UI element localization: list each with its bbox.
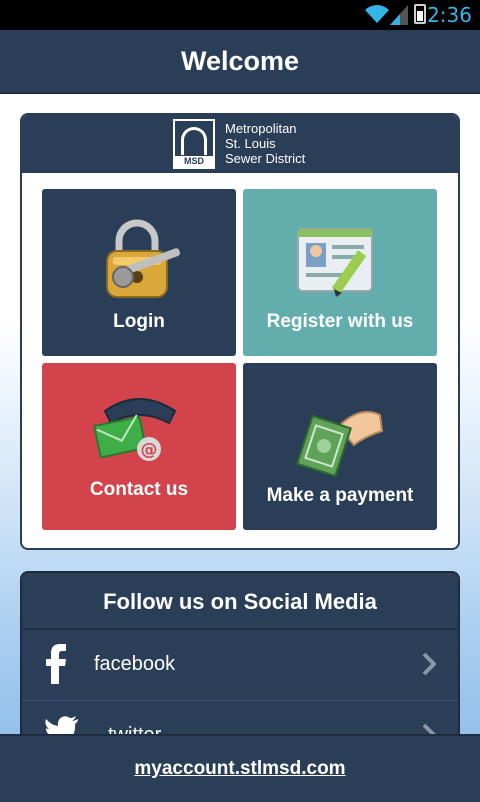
login-label: Login <box>113 311 165 332</box>
logo-badge-text: MSD <box>175 156 213 167</box>
clock: 2:36 <box>427 3 472 27</box>
signal-icon <box>390 5 408 25</box>
organization-name: Metropolitan St. Louis Sewer District <box>225 121 305 166</box>
organization-name-line1: Metropolitan <box>225 121 297 136</box>
social-media-title: Follow us on Social Media <box>22 573 458 630</box>
gateway-arch-icon <box>181 127 207 155</box>
organization-name-line3: Sewer District <box>225 151 306 166</box>
padlock-key-icon <box>106 219 181 298</box>
contact-tile[interactable]: @ Contact us <box>42 363 236 530</box>
footer: myaccount.stlmsd.com <box>0 734 480 802</box>
organization-name-line2: St. Louis <box>225 136 276 151</box>
register-tile[interactable]: Register with us <box>243 189 437 356</box>
id-card-pencil-icon <box>297 228 373 297</box>
battery-icon <box>414 4 426 24</box>
social-item-facebook[interactable]: facebook <box>22 630 458 701</box>
chevron-right-icon <box>422 652 436 676</box>
facebook-icon <box>46 644 66 684</box>
svg-text:@: @ <box>141 440 158 460</box>
register-label: Register with us <box>266 311 414 332</box>
website-link[interactable]: myaccount.stlmsd.com <box>134 758 345 779</box>
payment-label: Make a payment <box>266 485 414 506</box>
wifi-icon <box>365 5 389 23</box>
login-tile[interactable]: Login <box>42 189 236 356</box>
payment-tile[interactable]: Make a payment <box>243 363 437 530</box>
logo-bar: MSD Metropolitan St. Louis Sewer Distric… <box>22 115 458 173</box>
phone-envelope-icon: @ <box>92 398 177 461</box>
app-header: Welcome <box>0 30 480 94</box>
page-title: Welcome <box>180 46 300 76</box>
msd-logo: MSD <box>173 119 215 169</box>
hand-money-icon <box>295 411 384 477</box>
social-item-label: facebook <box>94 653 176 675</box>
status-bar: 2:36 <box>0 0 480 30</box>
contact-label: Contact us <box>89 479 189 500</box>
main-menu-card: MSD Metropolitan St. Louis Sewer Distric… <box>20 113 460 550</box>
